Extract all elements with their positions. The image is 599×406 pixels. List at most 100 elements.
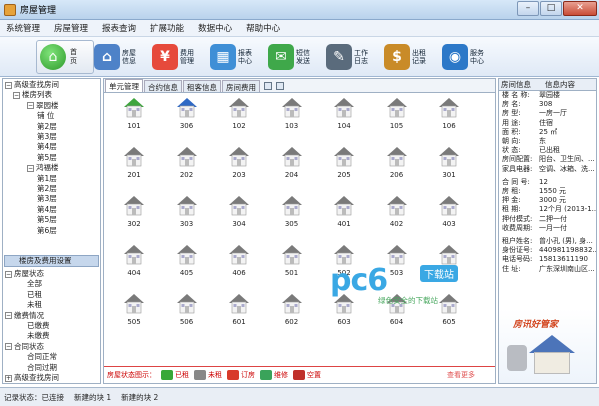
tree-item[interactable]: 全部 <box>5 279 100 289</box>
room-house-icon[interactable] <box>227 242 251 268</box>
room-house-icon[interactable] <box>175 95 199 121</box>
room-house-icon[interactable] <box>122 144 146 170</box>
room-house-icon[interactable] <box>227 144 251 170</box>
tree-floor[interactable]: 铺 位 <box>5 111 100 121</box>
room-house-icon[interactable] <box>332 144 356 170</box>
menu-extend[interactable]: 扩展功能 <box>150 22 184 34</box>
menu-help[interactable]: 帮助中心 <box>246 22 280 34</box>
legend-label: 已租 <box>175 371 189 379</box>
room-house-icon[interactable] <box>280 95 304 121</box>
list-view-icon[interactable] <box>276 82 284 90</box>
tree-item[interactable]: 未缴费 <box>5 331 100 341</box>
room-house-icon[interactable] <box>122 95 146 121</box>
collapse-icon[interactable]: − <box>5 343 12 351</box>
room-label: 203 <box>232 171 246 179</box>
tree-building[interactable]: − 鸿福楼 <box>5 163 100 173</box>
tree-floor[interactable]: 第3层 <box>5 194 100 204</box>
home-button[interactable]: ⌂ 首页 <box>36 40 94 74</box>
settings-header[interactable]: 楼房及费用设置 <box>4 255 99 267</box>
tree-item[interactable]: 已缴费 <box>5 321 100 331</box>
tree-group[interactable]: − 缴费情况 <box>5 311 100 321</box>
tree-bottom[interactable]: + 高级查找房间 <box>5 373 100 383</box>
toolbar-button[interactable]: ✎ 工作日志 <box>326 38 384 76</box>
collapse-icon[interactable]: − <box>5 81 12 89</box>
tree-list-title[interactable]: − 楼房列表 <box>5 90 100 100</box>
expand-icon[interactable]: + <box>5 374 12 382</box>
tab-units[interactable]: 单元管理 <box>105 79 143 92</box>
minimize-button[interactable]: – <box>517 1 539 16</box>
view-more-link[interactable]: 查看更多 <box>447 370 475 380</box>
close-button[interactable]: ✕ <box>563 1 597 16</box>
room-house-icon[interactable] <box>437 95 461 121</box>
info-key: 收费周期: <box>502 223 533 232</box>
room-label: 103 <box>284 122 299 130</box>
tree-group[interactable]: − 房屋状态 <box>5 269 100 279</box>
tree-root[interactable]: − 高级查找房间 <box>5 80 100 90</box>
toolbar-button[interactable]: ◉ 服务中心 <box>442 38 500 76</box>
room-house-icon[interactable] <box>227 193 251 219</box>
tab-tenants[interactable]: 租客信息 <box>183 80 221 92</box>
collapse-icon[interactable]: − <box>13 91 20 99</box>
room-house-icon[interactable] <box>122 291 146 317</box>
room-house-icon[interactable] <box>332 95 356 121</box>
room-house-icon[interactable] <box>280 144 304 170</box>
menu-house[interactable]: 房屋管理 <box>54 22 88 34</box>
tab-contracts[interactable]: 合约信息 <box>144 80 182 92</box>
room-label: 301 <box>442 171 456 179</box>
toolbar-button[interactable]: $ 出租记录 <box>384 38 442 76</box>
room-house-icon[interactable] <box>227 291 251 317</box>
info-row: 租户姓名: 曾小孔 (男), 身... <box>499 237 596 246</box>
tree-floor[interactable]: 第5层 <box>5 215 100 225</box>
room-house-icon[interactable] <box>385 95 409 121</box>
tree-item[interactable]: 合同过期 <box>5 363 100 373</box>
room-house-icon[interactable] <box>280 193 304 219</box>
room-house-icon[interactable] <box>175 193 199 219</box>
grid-view-icon[interactable] <box>264 82 272 90</box>
room-label: 505 <box>127 318 141 326</box>
room-label: 201 <box>127 171 141 179</box>
tree-item[interactable]: 已租 <box>5 290 100 300</box>
collapse-icon[interactable]: − <box>27 164 34 172</box>
tree-floor[interactable]: 第1层 <box>5 174 100 184</box>
maximize-button[interactable]: □ <box>540 1 562 16</box>
tree-floor[interactable]: 第2层 <box>5 122 100 132</box>
tree-floor[interactable]: 第5层 <box>5 153 100 163</box>
tree-building[interactable]: − 翠园楼 <box>5 101 100 111</box>
room-house-icon[interactable] <box>175 144 199 170</box>
legend-label: 维修 <box>274 371 288 379</box>
toolbar-button[interactable]: ✉ 短信发送 <box>268 38 326 76</box>
tree-item[interactable]: 未租 <box>5 300 100 310</box>
tree-group[interactable]: − 合同状态 <box>5 342 100 352</box>
toolbar-button[interactable]: ▦ 报表中心 <box>210 38 268 76</box>
room-house-icon[interactable] <box>437 193 461 219</box>
room-house-icon[interactable] <box>122 193 146 219</box>
watermark: pc6 下载站 绿色安全的下载站 <box>330 263 480 307</box>
room-label: 106 <box>442 122 456 130</box>
tree-floor[interactable]: 第2层 <box>5 184 100 194</box>
tree-floor[interactable]: 第3层 <box>5 132 100 142</box>
toolbar-button[interactable]: ⌂ 房屋信息 <box>94 38 152 76</box>
collapse-icon[interactable]: − <box>5 312 12 320</box>
room-house-icon[interactable] <box>122 242 146 268</box>
tree-floor[interactable]: 第4层 <box>5 205 100 215</box>
collapse-icon[interactable]: − <box>27 102 34 110</box>
tab-fees[interactable]: 房间费用 <box>222 80 260 92</box>
room-house-icon[interactable] <box>280 242 304 268</box>
toolbar-button[interactable]: ¥ 费用管理 <box>152 38 210 76</box>
menu-report[interactable]: 报表查询 <box>102 22 136 34</box>
collapse-icon[interactable]: − <box>5 270 12 278</box>
tree-item[interactable]: 合同正常 <box>5 352 100 362</box>
room-house-icon[interactable] <box>385 193 409 219</box>
room-house-icon[interactable] <box>385 144 409 170</box>
room-house-icon[interactable] <box>280 291 304 317</box>
legend-repair-swatch <box>260 370 272 380</box>
tree-floor[interactable]: 第4层 <box>5 142 100 152</box>
tree-floor[interactable]: 第6层 <box>5 226 100 236</box>
room-house-icon[interactable] <box>175 291 199 317</box>
menu-system[interactable]: 系统管理 <box>6 22 40 34</box>
room-house-icon[interactable] <box>227 95 251 121</box>
menu-data[interactable]: 数据中心 <box>198 22 232 34</box>
room-house-icon[interactable] <box>332 193 356 219</box>
room-house-icon[interactable] <box>437 144 461 170</box>
room-house-icon[interactable] <box>175 242 199 268</box>
